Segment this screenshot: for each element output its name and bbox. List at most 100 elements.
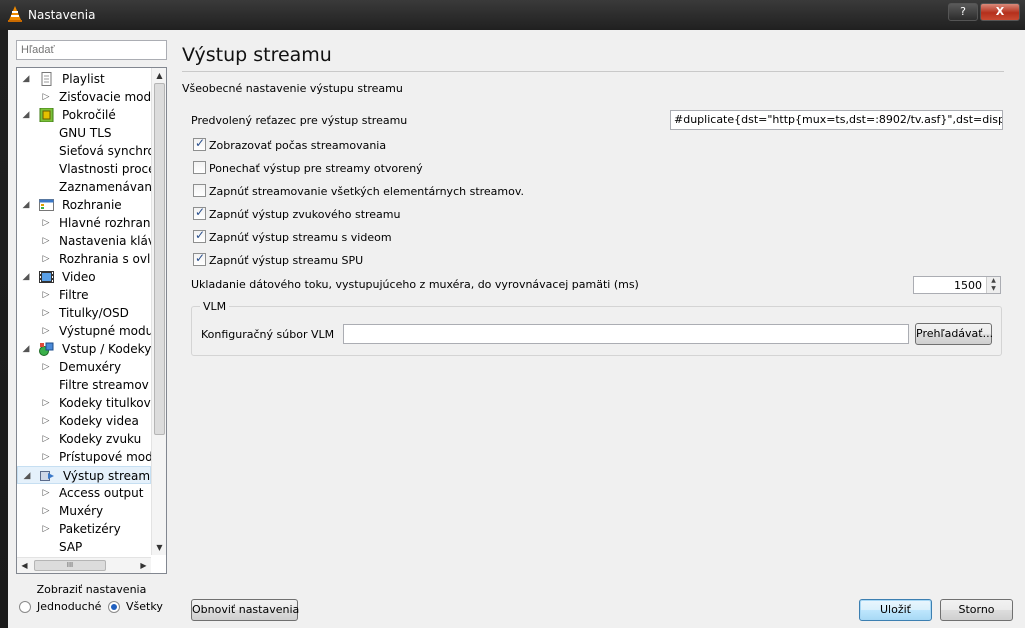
collapsed-arrow-icon[interactable]: ▷ — [41, 322, 51, 340]
cancel-button[interactable]: Storno — [940, 599, 1013, 621]
spin-up-icon[interactable]: ▲ — [986, 277, 1000, 285]
spin-down-icon[interactable]: ▼ — [986, 285, 1000, 293]
option-checkbox-label[interactable]: Ponechať výstup pre streamy otvorený — [209, 162, 423, 175]
save-button[interactable]: Uložiť — [859, 599, 932, 621]
tree-item[interactable]: ▷ Rozhrania s ovlác — [17, 250, 151, 268]
tree-item[interactable]: ▷ Kodeky zvuku — [17, 430, 151, 448]
tree-item[interactable]: ▷ Kodeky videa — [17, 412, 151, 430]
scroll-down-arrow-icon[interactable]: ▼ — [152, 540, 166, 555]
tree-item-label: Demuxéry — [59, 360, 122, 374]
collapsed-arrow-icon[interactable]: ▷ — [41, 88, 51, 106]
option-checkbox[interactable] — [193, 184, 206, 197]
tree-item[interactable]: ▷ Filtre — [17, 286, 151, 304]
scroll-up-arrow-icon[interactable]: ▲ — [152, 68, 166, 83]
tree-item-label: Zaznamenávanie — [59, 180, 151, 194]
collapsed-arrow-icon[interactable]: ▷ — [41, 250, 51, 268]
tree-item[interactable]: ▷ Hlavné rozhrania — [17, 214, 151, 232]
tree-item-label: Paketizéry — [59, 522, 121, 536]
buffer-value[interactable]: 1500 — [954, 279, 982, 292]
collapsed-arrow-icon[interactable]: ▷ — [41, 430, 51, 448]
settings-tree[interactable]: ◢ Playlist ▷ Zisťovacie modu ◢ Pokročilé GNU T… — [16, 67, 167, 574]
tree-item[interactable]: ◢ Video — [17, 268, 151, 286]
tree-item[interactable]: SAP — [17, 538, 151, 555]
expanded-arrow-icon[interactable]: ◢ — [21, 340, 31, 358]
show-settings-group: Zobraziť nastavenia Jednoduché Všetky — [16, 580, 167, 622]
tree-item[interactable]: ▷ Titulky/OSD — [17, 304, 151, 322]
tree-item-label: Filtre streamov — [59, 378, 149, 392]
collapsed-arrow-icon[interactable]: ▷ — [41, 286, 51, 304]
expanded-arrow-icon[interactable]: ◢ — [21, 196, 31, 214]
tree-item[interactable]: ◢ Výstup streamu — [17, 466, 151, 484]
collapsed-arrow-icon[interactable]: ▷ — [41, 304, 51, 322]
option-checkbox[interactable] — [193, 136, 206, 151]
search-input[interactable] — [16, 40, 167, 60]
preferences-window: Nastavenia ? X ◢ Playlist ▷ Zisťovacie modu… — [0, 0, 1025, 628]
tree-item[interactable]: ▷ Access output — [17, 484, 151, 502]
option-checkbox[interactable] — [193, 228, 206, 243]
option-checkbox-label[interactable]: Zapnúť výstup zvukového streamu — [209, 208, 401, 221]
mode-all-radio[interactable] — [108, 601, 120, 613]
mode-simple-label[interactable]: Jednoduché — [37, 600, 101, 613]
tree-item-label: Rozhranie — [62, 198, 122, 212]
tree-item[interactable]: Filtre streamov — [17, 376, 151, 394]
tree-item-label: Rozhrania s ovlác — [59, 252, 151, 266]
vertical-scroll-thumb[interactable] — [154, 83, 165, 435]
default-chain-input[interactable]: #duplicate{dst="http{mux=ts,dst=:8902/tv… — [670, 110, 1003, 130]
mode-all-label[interactable]: Všetky — [126, 600, 163, 613]
expanded-arrow-icon[interactable]: ◢ — [21, 106, 31, 124]
collapsed-arrow-icon[interactable]: ▷ — [41, 214, 51, 232]
tree-item-label: GNU TLS — [59, 126, 112, 140]
tree-item[interactable]: ▷ Paketizéry — [17, 520, 151, 538]
tree-item[interactable]: ◢ Pokročilé — [17, 106, 151, 124]
option-checkbox-label[interactable]: Zapnúť streamovanie všetkých elementárny… — [209, 185, 524, 198]
tree-item[interactable]: Zaznamenávanie — [17, 178, 151, 196]
option-checkbox[interactable] — [193, 251, 206, 266]
mode-simple-radio[interactable] — [19, 601, 31, 613]
scroll-right-arrow-icon[interactable]: ▶ — [136, 558, 151, 573]
option-checkbox[interactable] — [193, 161, 206, 174]
tree-item[interactable]: ◢ Vstup / Kodeky — [17, 340, 151, 358]
expanded-arrow-icon[interactable]: ◢ — [21, 268, 31, 286]
tree-item[interactable]: ▷ Prístupové modu — [17, 448, 151, 466]
collapsed-arrow-icon[interactable]: ▷ — [41, 232, 51, 250]
tree-item[interactable]: ▷ Kodeky titulkov — [17, 394, 151, 412]
scroll-left-arrow-icon[interactable]: ◀ — [17, 558, 32, 573]
tree-item-label: Hlavné rozhrania — [59, 216, 151, 230]
option-checkbox[interactable] — [193, 205, 206, 220]
collapsed-arrow-icon[interactable]: ▷ — [41, 502, 51, 520]
buffer-spinbox[interactable]: 1500 ▲ ▼ — [913, 276, 1001, 294]
vlm-config-input[interactable] — [343, 324, 909, 344]
codec-icon — [39, 342, 54, 356]
tree-item[interactable]: GNU TLS — [17, 124, 151, 142]
option-checkbox-label[interactable]: Zobrazovať počas streamovania — [209, 139, 386, 152]
horizontal-scroll-thumb[interactable]: III — [34, 560, 106, 571]
tree-item[interactable]: ▷ Demuxéry — [17, 358, 151, 376]
tree-item[interactable]: Vlastnosti proces — [17, 160, 151, 178]
collapsed-arrow-icon[interactable]: ▷ — [41, 412, 51, 430]
tree-item[interactable]: ▷ Nastavenia kláve — [17, 232, 151, 250]
tree-item-label: Video — [62, 270, 96, 284]
tree-item[interactable]: ▷ Výstupné moduly — [17, 322, 151, 340]
vertical-scrollbar[interactable]: ▲ ▼ — [151, 68, 166, 555]
option-checkbox-label[interactable]: Zapnúť výstup streamu SPU — [209, 254, 363, 267]
collapsed-arrow-icon[interactable]: ▷ — [41, 520, 51, 538]
close-button[interactable]: X — [980, 3, 1020, 21]
collapsed-arrow-icon[interactable]: ▷ — [41, 448, 51, 466]
browse-button[interactable]: Prehľadávať... — [915, 323, 993, 345]
reset-preferences-button[interactable]: Obnoviť nastavenia — [191, 599, 299, 621]
expanded-arrow-icon[interactable]: ◢ — [21, 70, 31, 88]
collapsed-arrow-icon[interactable]: ▷ — [41, 358, 51, 376]
tree-item-label: Nastavenia kláve — [59, 234, 151, 248]
collapsed-arrow-icon[interactable]: ▷ — [41, 394, 51, 412]
help-button[interactable]: ? — [948, 3, 978, 21]
vlc-cone-icon — [8, 6, 22, 22]
tree-item[interactable]: ◢ Playlist — [17, 70, 151, 88]
tree-item[interactable]: ◢ Rozhranie — [17, 196, 151, 214]
expanded-arrow-icon[interactable]: ◢ — [22, 467, 32, 485]
collapsed-arrow-icon[interactable]: ▷ — [41, 484, 51, 502]
tree-item[interactable]: ▷ Zisťovacie modu — [17, 88, 151, 106]
tree-item[interactable]: Sieťová synchror — [17, 142, 151, 160]
option-checkbox-label[interactable]: Zapnúť výstup streamu s videom — [209, 231, 392, 244]
tree-item[interactable]: ▷ Muxéry — [17, 502, 151, 520]
horizontal-scrollbar[interactable]: ◀ III ▶ — [17, 557, 151, 573]
